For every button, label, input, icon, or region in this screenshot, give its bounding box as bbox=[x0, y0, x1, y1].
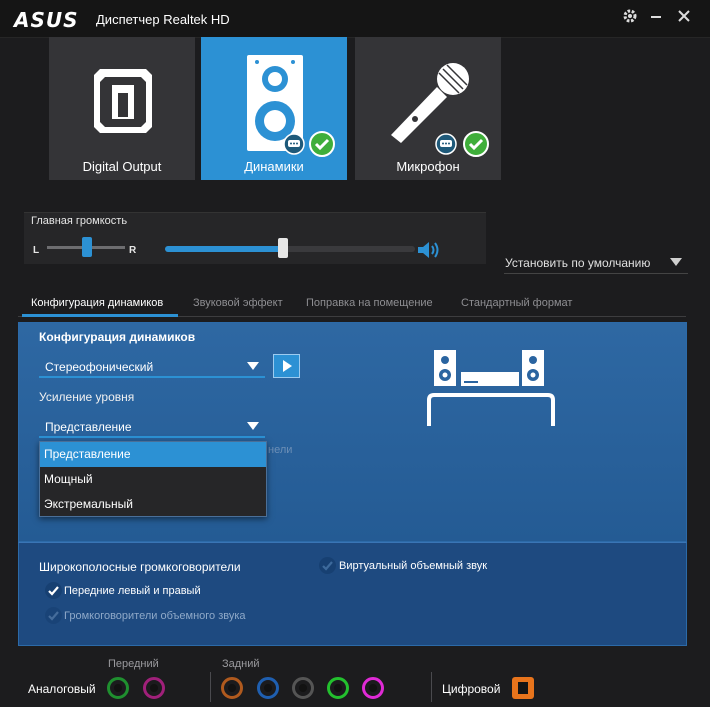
window-title: Диспетчер Realtek HD bbox=[96, 12, 230, 27]
surround-checkbox[interactable] bbox=[45, 607, 62, 624]
microphone-icon bbox=[391, 63, 469, 143]
volume-slider-handle[interactable] bbox=[278, 238, 288, 258]
jack-separator bbox=[210, 672, 211, 702]
jack-separator bbox=[431, 672, 432, 702]
gain-option-presentation[interactable]: Представление bbox=[40, 442, 266, 467]
chevron-down-icon bbox=[247, 362, 259, 370]
main-volume-title: Главная громкость bbox=[31, 215, 128, 227]
volume-fill bbox=[165, 246, 285, 252]
front-jacks-label: Передний bbox=[108, 658, 159, 670]
device-tile-digital-output[interactable]: Digital Output bbox=[49, 37, 195, 180]
rear-jacks-label: Задний bbox=[222, 658, 260, 670]
tab-sound-effects[interactable]: Звуковой эффект bbox=[193, 297, 283, 309]
virtual-surround-label: Виртуальный объемный звук bbox=[339, 560, 488, 572]
device-tile-speakers[interactable]: Динамики bbox=[201, 37, 347, 180]
spdif-jack-icon[interactable] bbox=[512, 677, 534, 699]
rear-jack-orange[interactable] bbox=[221, 677, 243, 699]
digital-label: Цифровой bbox=[442, 682, 501, 696]
rear-jack-blue[interactable] bbox=[257, 677, 279, 699]
tile-label: Микрофон bbox=[396, 159, 460, 174]
gain-dropdown[interactable]: Представление bbox=[39, 416, 265, 438]
front-lr-label: Передние левый и правый bbox=[64, 585, 201, 597]
device-tile-microphone[interactable]: Микрофон bbox=[355, 37, 501, 180]
rear-jack-lime[interactable] bbox=[327, 677, 349, 699]
fullrange-title: Широкополосные громкоговорители bbox=[39, 560, 241, 574]
balance-slider-handle[interactable] bbox=[82, 237, 92, 257]
balance-left-label: L bbox=[33, 245, 40, 256]
chevron-down-icon bbox=[247, 422, 259, 430]
gain-label: Усиление уровня bbox=[39, 390, 135, 404]
tile-label: Динамики bbox=[244, 159, 304, 174]
config-section-title: Конфигурация динамиков bbox=[39, 330, 196, 344]
speaker-config-value: Стереофонический bbox=[45, 360, 154, 374]
minimize-icon[interactable] bbox=[646, 8, 666, 28]
rear-jack-black[interactable] bbox=[292, 677, 314, 699]
dropdown-underline bbox=[39, 376, 265, 378]
chevron-down-icon bbox=[670, 258, 682, 266]
tab-default-format[interactable]: Стандартный формат bbox=[461, 297, 572, 309]
gain-option-extreme[interactable]: Экстремальный bbox=[40, 492, 266, 517]
chat-icon bbox=[283, 133, 305, 155]
digital-output-icon bbox=[94, 69, 152, 133]
obscured-text: нели bbox=[268, 444, 293, 456]
chat-icon bbox=[435, 133, 457, 155]
checkmark-icon bbox=[48, 586, 59, 596]
speaker-setup-illustration bbox=[427, 350, 555, 426]
gain-option-powerful[interactable]: Мощный bbox=[40, 467, 266, 492]
checkmark-icon bbox=[48, 611, 59, 621]
play-test-button[interactable] bbox=[273, 354, 300, 378]
dropdown-underline bbox=[39, 436, 265, 438]
asus-logo: ASUS bbox=[14, 8, 79, 32]
tab-active-indicator bbox=[22, 314, 178, 317]
checkmark-icon bbox=[322, 561, 333, 571]
front-jack-pink[interactable] bbox=[143, 677, 165, 699]
check-icon bbox=[309, 131, 335, 157]
front-jack-green[interactable] bbox=[107, 677, 129, 699]
surround-label: Громкоговорители объемного звука bbox=[64, 610, 246, 622]
tab-room-correction[interactable]: Поправка на помещение bbox=[306, 297, 433, 309]
set-default-label: Установить по умолчанию bbox=[505, 256, 651, 270]
tab-speaker-config[interactable]: Конфигурация динамиков bbox=[31, 297, 163, 309]
speaker-config-dropdown[interactable]: Стереофонический bbox=[39, 356, 265, 378]
rear-jack-magenta[interactable] bbox=[362, 677, 384, 699]
speaker-volume-icon[interactable] bbox=[416, 240, 440, 260]
gain-value: Представление bbox=[45, 420, 132, 434]
tile-label: Digital Output bbox=[82, 159, 162, 174]
front-lr-checkbox[interactable] bbox=[45, 582, 62, 599]
analog-label: Аналоговый bbox=[28, 682, 96, 696]
balance-right-label: R bbox=[129, 245, 137, 256]
set-default-dropdown[interactable]: Установить по умолчанию bbox=[504, 252, 688, 274]
check-icon bbox=[463, 131, 489, 157]
virtual-surround-checkbox[interactable] bbox=[319, 557, 336, 574]
gear-icon[interactable] bbox=[620, 8, 640, 28]
close-icon[interactable] bbox=[674, 8, 694, 28]
gain-options-list: Представление Мощный Экстремальный bbox=[39, 441, 267, 517]
